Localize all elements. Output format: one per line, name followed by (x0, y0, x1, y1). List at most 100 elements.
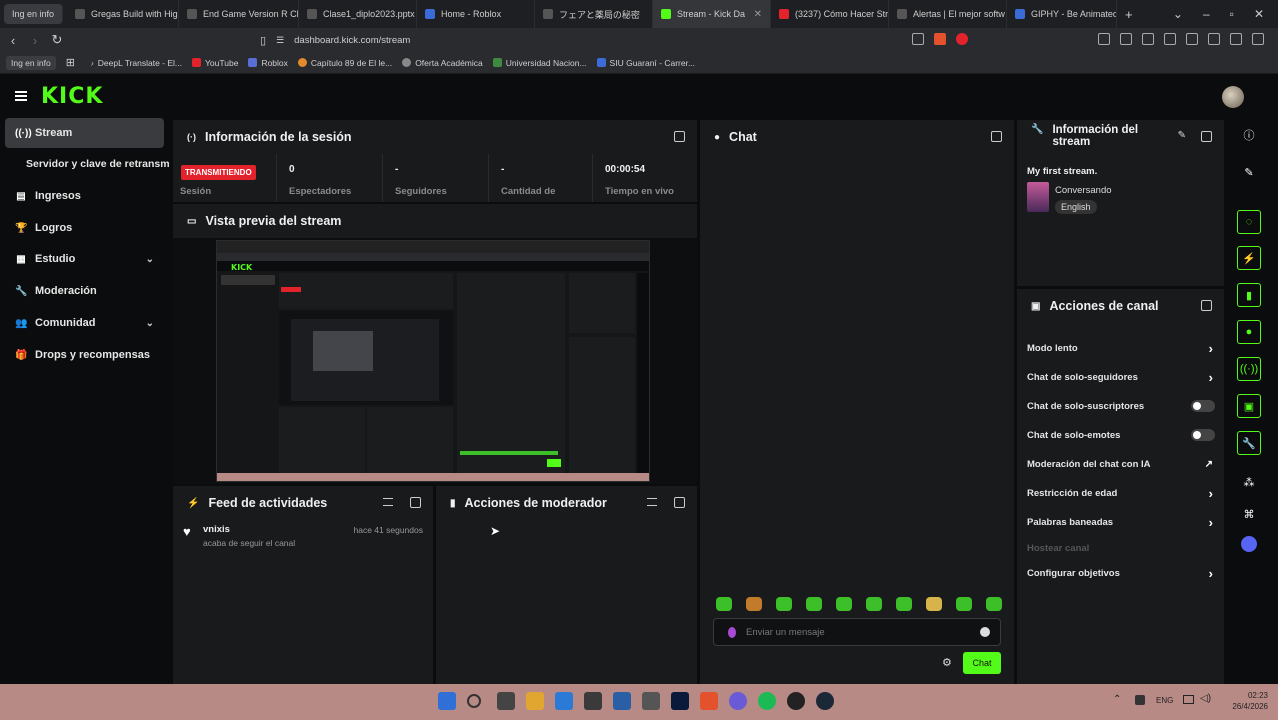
channel-actions-toggle-icon[interactable]: ▣ (1237, 394, 1261, 418)
share-icon[interactable] (912, 33, 924, 45)
back-icon[interactable]: ‹ (2, 33, 24, 48)
sidebar-item-stream[interactable]: ((·)) Stream (5, 118, 164, 148)
chat-send-button[interactable]: Chat (963, 652, 1001, 674)
bookmark-item[interactable]: Capítulo 89 de El le... (297, 58, 392, 68)
emote[interactable] (956, 597, 972, 611)
mail-icon[interactable] (555, 692, 573, 710)
browser-tab[interactable]: GIPHY - Be Animated (1007, 0, 1118, 28)
emote[interactable] (926, 597, 942, 611)
feed-username[interactable]: vnixis (203, 524, 230, 535)
reading-icon[interactable] (1186, 33, 1198, 45)
age-restriction-row[interactable]: Restricción de edad › (1027, 481, 1215, 505)
url-field[interactable]: ▯ ☰ dashboard.kick.com/stream (260, 34, 410, 47)
tray-app-icon[interactable] (1135, 695, 1145, 705)
start-icon[interactable] (438, 692, 456, 710)
browser-tab[interactable]: (3237) Cómo Hacer Stre (771, 0, 890, 28)
bookmark-item[interactable]: › DeepL Translate - El... (91, 58, 182, 69)
emote[interactable] (716, 597, 732, 611)
sidebar-item-revenue[interactable]: ▤ Ingresos (5, 181, 164, 211)
volume-icon[interactable]: ◁) (1200, 693, 1211, 704)
task-view-icon[interactable] (497, 692, 515, 710)
photoshop-icon[interactable] (671, 692, 689, 710)
emoji-icon[interactable] (980, 627, 990, 637)
emote[interactable] (776, 597, 792, 611)
close-icon[interactable]: ✕ (754, 9, 762, 20)
chat-input[interactable]: Enviar un mensaje (713, 618, 1001, 646)
popout-icon[interactable] (410, 497, 421, 508)
music-icon[interactable] (1164, 33, 1176, 45)
discord-taskbar-icon[interactable] (729, 692, 747, 710)
puzzle-icon[interactable] (1208, 33, 1220, 45)
session-info-toggle-icon[interactable]: ◌ (1237, 210, 1261, 234)
shield-icon[interactable] (1230, 33, 1242, 45)
popout-icon[interactable] (1201, 131, 1212, 142)
app-icon[interactable] (642, 692, 660, 710)
category-label[interactable]: Conversando (1055, 185, 1112, 196)
rewards-icon[interactable] (956, 33, 968, 45)
popout-icon[interactable] (674, 131, 685, 142)
broadcast-toggle-icon[interactable]: ((·)) (1237, 357, 1261, 381)
browser-tab[interactable]: End Game Version R Ch (179, 0, 300, 28)
bookmark-item[interactable]: Ing en info (6, 55, 56, 70)
sidebar-item-server-key[interactable]: Servidor y clave de retransm (5, 149, 170, 179)
sidebar-item-achievements[interactable]: 🏆 Logros (5, 213, 164, 243)
settings-gear-icon[interactable]: ⚙ (942, 656, 952, 669)
emote[interactable] (986, 597, 1002, 611)
brave-icon[interactable] (700, 692, 718, 710)
calendar-icon[interactable] (584, 692, 602, 710)
emotes-only-toggle[interactable] (1191, 429, 1215, 441)
minimize-icon[interactable]: – (1203, 7, 1210, 21)
emote[interactable] (866, 597, 882, 611)
steam-icon[interactable] (816, 692, 834, 710)
browser-tab[interactable]: Clase1_diplo2023.pptx (299, 0, 418, 28)
network-icon[interactable] (1183, 695, 1194, 704)
filter-icon[interactable] (647, 498, 657, 506)
edit-pencil-icon[interactable]: ✎ (1178, 130, 1186, 141)
popout-icon[interactable] (991, 131, 1002, 142)
brave-shield-icon[interactable] (934, 33, 946, 45)
sidebar-item-drops[interactable]: 🎁 Drops y recompensas (5, 340, 164, 370)
browser-tab[interactable]: フェアと薬局の秘密 (535, 0, 654, 28)
sidebar-item-community[interactable]: 👥 Comunidad ⌄ (5, 308, 164, 338)
moderator-actions-toggle-icon[interactable]: ▮ (1237, 283, 1261, 307)
new-tab-button[interactable]: + (1117, 0, 1141, 28)
apps-grid-icon[interactable]: ⊞ (66, 56, 75, 69)
emote[interactable] (896, 597, 912, 611)
chat-toggle-icon[interactable]: ● (1237, 320, 1261, 344)
kick-logo[interactable]: KICK (41, 84, 103, 109)
bookmark-item[interactable]: YouTube (192, 58, 238, 68)
edit-pencil-icon[interactable]: ✎ (1237, 160, 1261, 184)
bookmark-item[interactable]: SIU Guaraní - Carrer... (596, 58, 695, 68)
menu-icon[interactable] (1252, 33, 1264, 45)
activity-feed-toggle-icon[interactable]: ⚡ (1237, 246, 1261, 270)
file-explorer-icon[interactable] (526, 692, 544, 710)
chevron-down-icon[interactable]: ⌄ (1173, 7, 1183, 21)
slow-mode-row[interactable]: Modo lento › (1027, 336, 1215, 360)
apps-icon[interactable]: ⌘ (1237, 502, 1261, 526)
tab-profile[interactable]: Ing en info (4, 4, 64, 24)
browser-tab[interactable]: Gregas Build with High (67, 0, 180, 28)
bookmark-item[interactable]: Roblox (248, 58, 288, 68)
filter-icon[interactable] (383, 498, 393, 506)
stream-preview-video[interactable]: KICK (216, 240, 650, 482)
bookmark-item[interactable]: Universidad Nacion... (492, 58, 587, 68)
bookmark-icon[interactable]: ▯ (260, 34, 266, 47)
emote[interactable] (806, 597, 822, 611)
spotify-icon[interactable] (758, 692, 776, 710)
close-window-icon[interactable]: ✕ (1254, 7, 1264, 21)
clock[interactable]: 02:23 26/4/2026 (1232, 690, 1268, 712)
search-icon[interactable] (467, 694, 481, 708)
set-goals-row[interactable]: Configurar objetivos › (1027, 561, 1215, 585)
reload-icon[interactable]: ↻ (46, 32, 68, 48)
share-icon[interactable]: ⁂ (1237, 470, 1261, 494)
bookmark-item[interactable]: Oferta Académica (402, 58, 483, 68)
site-info-icon[interactable]: ☰ (276, 35, 284, 46)
stream-info-toggle-icon[interactable]: 🔧 (1237, 431, 1261, 455)
followers-only-row[interactable]: Chat de solo-seguidores › (1027, 365, 1215, 389)
forward-icon[interactable]: › (24, 33, 46, 48)
emote[interactable] (836, 597, 852, 611)
ai-moderation-row[interactable]: Moderación del chat con IA ↗ (1027, 452, 1215, 476)
store-icon[interactable] (613, 692, 631, 710)
banned-words-row[interactable]: Palabras baneadas › (1027, 510, 1215, 534)
discord-icon[interactable] (1237, 532, 1261, 556)
